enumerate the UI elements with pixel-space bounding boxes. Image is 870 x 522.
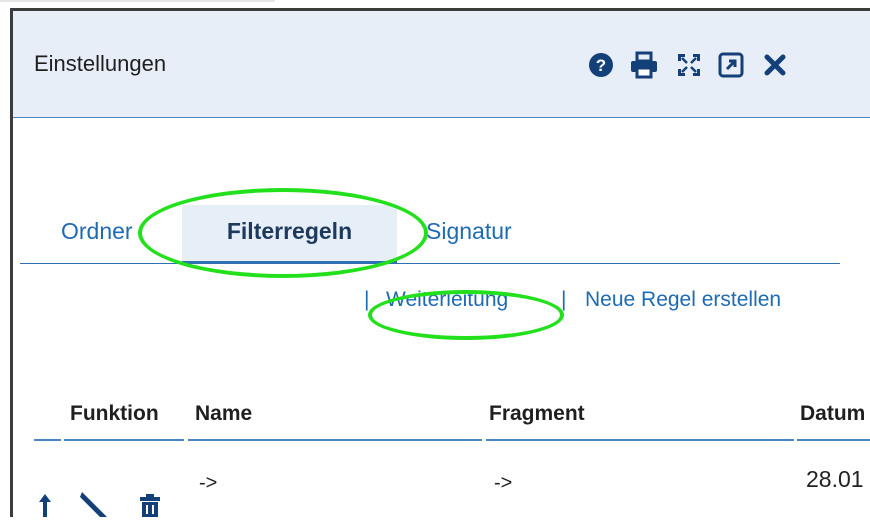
expand-icon[interactable] xyxy=(676,51,702,79)
column-header-datum[interactable]: Datum xyxy=(800,402,865,426)
header-underline xyxy=(64,439,184,441)
link-separator: | xyxy=(364,288,370,311)
open-external-icon[interactable] xyxy=(718,51,744,79)
rule-name-cell: -> xyxy=(199,472,218,494)
help-icon[interactable]: ? xyxy=(588,51,614,79)
close-icon[interactable] xyxy=(764,51,786,79)
column-header-fragment[interactable]: Fragment xyxy=(489,402,585,426)
dialog-header: Einstellungen ? xyxy=(13,11,870,118)
header-underline xyxy=(188,439,482,441)
link-separator: | xyxy=(561,288,567,311)
delete-icon[interactable] xyxy=(139,494,161,522)
rule-date-cell: 28.01 xyxy=(806,466,864,492)
header-underline xyxy=(34,439,61,441)
tab-ordner[interactable]: Ordner xyxy=(61,205,133,263)
new-rule-link[interactable]: Neue Regel erstellen xyxy=(585,288,781,312)
rule-fragment-cell: -> xyxy=(494,472,513,494)
column-header-name[interactable]: Name xyxy=(195,402,252,426)
header-underline xyxy=(486,439,794,441)
print-icon[interactable] xyxy=(629,51,659,79)
column-header-funktion[interactable]: Funktion xyxy=(70,402,159,426)
tab-bar: Ordner Filterregeln Signatur xyxy=(20,205,840,264)
dialog-title: Einstellungen xyxy=(34,51,167,76)
tab-filterregeln[interactable]: Filterregeln xyxy=(182,205,397,264)
svg-text:?: ? xyxy=(596,56,606,75)
header-underline xyxy=(797,439,870,441)
tab-signatur[interactable]: Signatur xyxy=(426,205,512,263)
top-divider xyxy=(0,0,275,2)
weiterleitung-link[interactable]: Weiterleitung xyxy=(386,288,508,312)
move-up-icon[interactable] xyxy=(37,492,53,522)
